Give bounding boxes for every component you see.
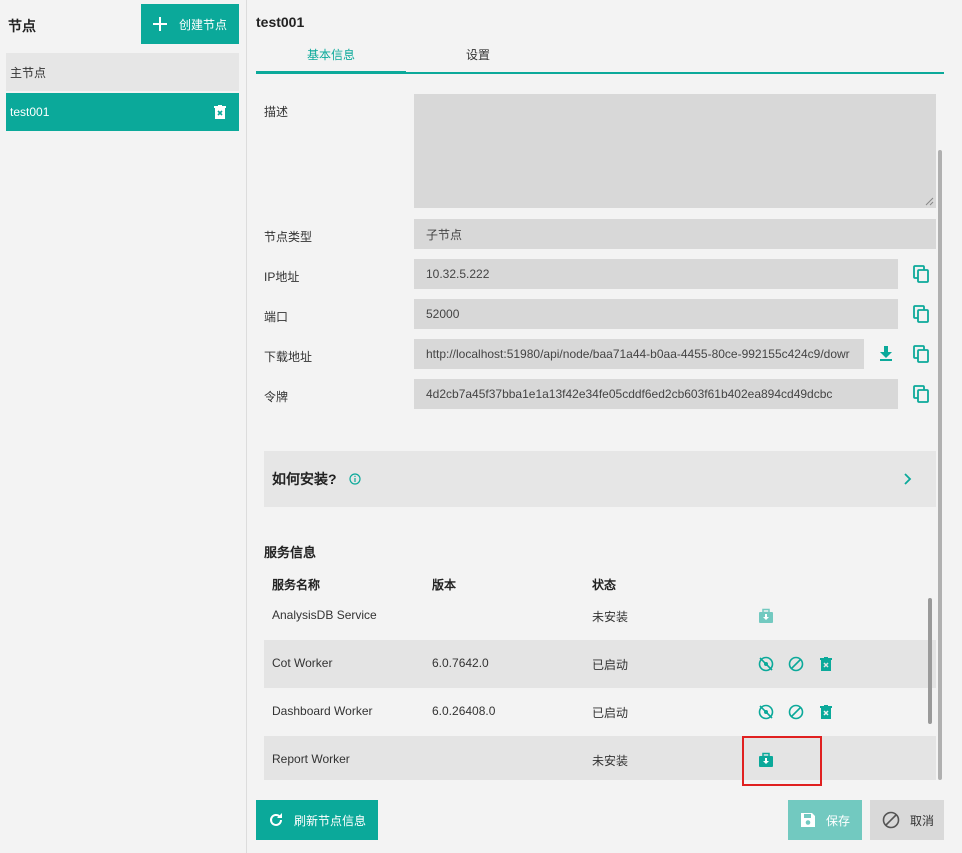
- form-scrollbar[interactable]: [938, 150, 942, 780]
- service-name: Dashboard Worker: [272, 704, 373, 718]
- node-item-main[interactable]: 主节点: [6, 53, 239, 91]
- table-row: AnalysisDB Service 未安装: [264, 592, 936, 640]
- copy-download-icon[interactable]: [913, 345, 929, 363]
- node-item-label: 主节点: [10, 65, 47, 80]
- highlight-box: [742, 736, 822, 786]
- service-status: 未安装: [592, 754, 629, 768]
- disable-icon[interactable]: [788, 704, 804, 720]
- refresh-node-label: 刷新节点信息: [294, 813, 367, 828]
- service-name: Cot Worker: [272, 656, 333, 670]
- column-header-status: 状态: [592, 578, 617, 592]
- table-row: Cot Worker 6.0.7642.0 已启动: [264, 640, 936, 688]
- node-type-label: 节点类型: [264, 230, 313, 244]
- refresh-icon: [270, 813, 282, 826]
- refresh-node-button[interactable]: 刷新节点信息: [256, 800, 378, 840]
- disable-icon[interactable]: [788, 656, 804, 672]
- app-window: 节点 创建节点 主节点 test001 test001 基本信息 设置 描述 节…: [0, 0, 962, 853]
- services-title: 服务信息: [264, 545, 317, 560]
- tab-basic-info[interactable]: 基本信息: [256, 46, 406, 74]
- service-version: 6.0.26408.0: [432, 704, 496, 718]
- port-label: 端口: [264, 310, 289, 324]
- column-header-name: 服务名称: [272, 578, 321, 592]
- create-node-label: 创建节点: [178, 17, 227, 32]
- download-url-field: http://localhost:51980/api/node/baa71a44…: [414, 339, 864, 369]
- stop-icon[interactable]: [758, 656, 774, 672]
- cancel-button[interactable]: 取消: [870, 800, 944, 840]
- node-item-label: test001: [10, 105, 50, 119]
- install-icon[interactable]: [758, 608, 774, 624]
- resize-handle-icon[interactable]: [924, 196, 934, 206]
- download-label: 下载地址: [264, 350, 313, 364]
- delete-node-icon[interactable]: [214, 105, 226, 119]
- table-row: Dashboard Worker 6.0.26408.0 已启动: [264, 688, 936, 736]
- delete-icon[interactable]: [820, 656, 832, 672]
- column-header-version: 版本: [432, 578, 457, 592]
- copy-port-icon[interactable]: [913, 305, 929, 323]
- delete-icon[interactable]: [820, 704, 832, 720]
- save-button[interactable]: 保存: [788, 800, 862, 840]
- description-field[interactable]: [414, 94, 936, 208]
- service-status: 已启动: [592, 706, 629, 720]
- info-icon: [348, 473, 361, 485]
- save-label: 保存: [826, 813, 851, 828]
- node-detail-panel: test001 基本信息 设置 描述 节点类型 子节点 IP地址 10.32.5…: [248, 0, 962, 853]
- plus-icon: [152, 17, 167, 31]
- service-name: Report Worker: [272, 752, 350, 766]
- tab-bar: 基本信息 设置: [256, 40, 944, 74]
- tab-settings[interactable]: 设置: [466, 46, 490, 63]
- table-row: Report Worker 未安装: [264, 736, 936, 780]
- service-version: 6.0.7642.0: [432, 656, 489, 670]
- node-item-test001[interactable]: test001: [6, 93, 239, 131]
- service-status: 未安装: [592, 610, 629, 624]
- ip-field: 10.32.5.222: [414, 259, 898, 289]
- ip-label: IP地址: [264, 270, 300, 284]
- cancel-icon: [882, 811, 900, 829]
- token-field: 4d2cb7a45f37bba1e1a13f42e34fe05cddf6ed2c…: [414, 379, 898, 409]
- chevron-right-icon: [904, 473, 912, 485]
- token-label: 令牌: [264, 390, 289, 404]
- stop-icon[interactable]: [758, 704, 774, 720]
- port-field: 52000: [414, 299, 898, 329]
- download-icon[interactable]: [879, 346, 893, 362]
- copy-token-icon[interactable]: [913, 385, 929, 403]
- how-to-install-label: 如何安装?: [272, 471, 337, 487]
- services-scrollbar[interactable]: [928, 598, 932, 724]
- node-sidebar: 节点 创建节点 主节点 test001: [0, 0, 247, 853]
- service-name: AnalysisDB Service: [272, 608, 377, 622]
- service-status: 已启动: [592, 658, 629, 672]
- sidebar-title: 节点: [8, 18, 36, 34]
- node-type-field: 子节点: [414, 219, 936, 249]
- description-label: 描述: [264, 105, 289, 119]
- copy-ip-icon[interactable]: [913, 265, 929, 283]
- node-title: test001: [256, 14, 305, 30]
- save-icon: [801, 813, 815, 827]
- how-to-install-accordion[interactable]: 如何安装?: [264, 451, 936, 507]
- cancel-label: 取消: [910, 813, 935, 828]
- create-node-button[interactable]: 创建节点: [141, 4, 239, 44]
